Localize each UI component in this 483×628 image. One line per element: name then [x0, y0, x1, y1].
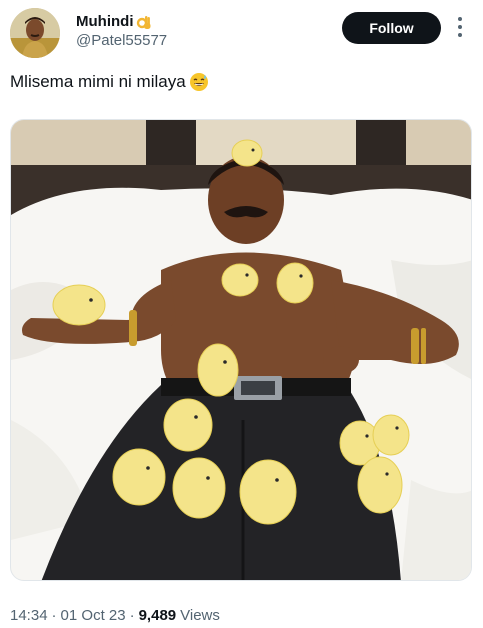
views-count: 9,489: [138, 607, 177, 624]
tweet-time[interactable]: 14:34: [10, 606, 48, 626]
post-photo[interactable]: [10, 119, 472, 581]
tweet-meta: 14:34 · 01 Oct 23 · 9,489 Views: [10, 606, 220, 626]
post-text-row: Mlisema mimi ni milaya: [10, 70, 209, 94]
author-handle[interactable]: @Patel55577: [76, 31, 167, 50]
post-text: Mlisema mimi ni milaya: [10, 72, 186, 91]
more-vertical-icon[interactable]: [452, 14, 468, 40]
sweat-smile-emoji-icon: [189, 72, 209, 92]
views-label: Views: [180, 607, 220, 624]
author-display-name[interactable]: Muhindi: [76, 12, 133, 31]
photo-illustration: [11, 120, 471, 580]
meta-separator: ·: [129, 607, 135, 624]
author-display-name-row[interactable]: Muhindi: [76, 12, 167, 31]
tweet-date[interactable]: 01 Oct 23: [61, 606, 126, 626]
follow-button[interactable]: Follow: [342, 12, 441, 44]
tweet-header: Muhindi @Patel55577 Follow: [0, 0, 483, 64]
meta-separator: ·: [51, 607, 57, 624]
ok-hand-emoji-icon: [136, 14, 152, 30]
avatar[interactable]: [10, 8, 60, 58]
